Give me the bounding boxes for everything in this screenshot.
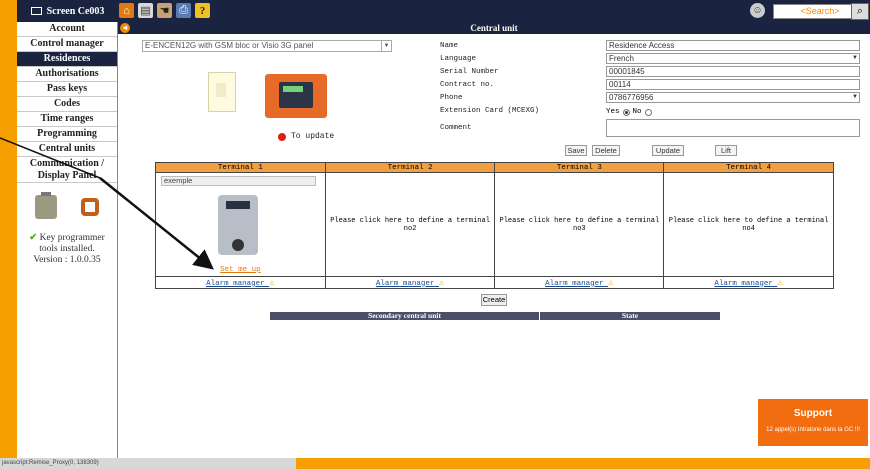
extension-yes-radio[interactable] xyxy=(622,108,630,116)
terminal-2-cell[interactable]: Please click here to define a terminal n… xyxy=(324,172,496,277)
to-update-status[interactable]: To update xyxy=(278,132,334,141)
comment-textarea[interactable] xyxy=(606,119,860,137)
sidebar-item-pass-keys[interactable]: Pass keys xyxy=(17,82,117,97)
warning-icon: ⚠ xyxy=(608,277,614,288)
extension-radio-group: Yes No xyxy=(606,108,652,116)
terminal-header: Terminal 3 xyxy=(494,162,665,173)
sidebar-item-codes[interactable]: Codes xyxy=(17,97,117,112)
back-arrow-icon[interactable]: ◂ xyxy=(120,23,130,33)
set-me-up-link[interactable]: Set me up xyxy=(156,266,325,274)
comment-label: Comment xyxy=(440,124,472,132)
warning-icon: ⚠ xyxy=(777,277,783,288)
extension-label: Extension Card (MCEXG) xyxy=(440,107,540,115)
status-text: javascript:Remise_Proxy(0, 138309) xyxy=(0,458,296,469)
sidebar-item-communication-display-panel[interactable]: Communication / Display Panel xyxy=(17,157,117,183)
chevron-down-icon: ▼ xyxy=(381,41,391,51)
toolbar: ⌂ ▤ ☚ ⎙ ? xyxy=(119,3,210,18)
terminal-3-cell[interactable]: Please click here to define a terminal n… xyxy=(494,172,665,277)
trash-icon[interactable] xyxy=(35,192,57,219)
sidebar-item-central-units[interactable]: Central units xyxy=(17,142,117,157)
user-icon[interactable]: ☺ xyxy=(750,3,765,18)
reader-device-image xyxy=(208,72,236,112)
monitor-icon xyxy=(30,7,42,15)
sidebar-item-programming[interactable]: Programming xyxy=(17,127,117,142)
sidebar-item-residences[interactable]: Residences xyxy=(17,52,117,67)
home-icon[interactable]: ⌂ xyxy=(119,3,134,18)
lift-button[interactable]: Lift xyxy=(715,145,737,156)
language-label: Language xyxy=(440,55,477,63)
support-panel[interactable]: Support 12 appel(s) Intratone dans la GC… xyxy=(758,399,868,446)
warning-icon: ⚠ xyxy=(438,277,445,288)
top-bar: Screen Ce003 ⌂ ▤ ☚ ⎙ ? ☺ <Search> ⌕ xyxy=(17,0,870,22)
status-bar: javascript:Remise_Proxy(0, 138309) xyxy=(0,458,870,469)
screen-title: Screen Ce003 xyxy=(17,0,118,22)
terminal-4-cell[interactable]: Please click here to define a terminal n… xyxy=(663,172,834,277)
serial-label: Serial Number xyxy=(440,68,499,76)
create-button[interactable]: Create xyxy=(481,294,507,306)
hand-icon[interactable]: ☚ xyxy=(157,3,172,18)
print-icon[interactable]: ⎙ xyxy=(176,3,191,18)
name-field[interactable]: Residence Access xyxy=(606,40,860,51)
central-unit-image xyxy=(265,74,327,118)
document-icon[interactable]: ▤ xyxy=(138,3,153,18)
warning-icon: ⚠ xyxy=(269,277,275,288)
contract-label: Contract no. xyxy=(440,81,495,89)
sidebar-item-account[interactable]: Account xyxy=(17,22,117,37)
secondary-unit-column: Secondary central unit xyxy=(270,312,540,320)
serial-field[interactable]: 00001845 xyxy=(606,66,860,77)
terminal-1-name-field[interactable]: exemple xyxy=(161,176,316,186)
alarm-manager-link-1[interactable]: Alarm manager ⚠ xyxy=(155,276,326,289)
save-button[interactable]: Save xyxy=(565,145,587,156)
secondary-units-header: Secondary central unit State xyxy=(270,312,720,320)
terminal-1-cell[interactable]: exemple Set me up xyxy=(155,172,326,277)
update-button[interactable]: Update xyxy=(652,145,684,156)
terminal-header: Terminal 1 xyxy=(155,162,326,173)
chevron-down-icon: ▼ xyxy=(852,55,858,61)
terminal-header: Terminal 2 xyxy=(324,162,496,173)
terminals-table: Terminal 1 Terminal 2 Terminal 3 Termina… xyxy=(155,162,834,289)
support-title: Support xyxy=(793,408,833,419)
keypad-terminal-image xyxy=(218,195,258,255)
alarm-manager-link-2[interactable]: Alarm manager ⚠ xyxy=(324,276,496,289)
extension-no-radio[interactable] xyxy=(644,108,652,116)
chevron-down-icon: ▼ xyxy=(852,94,858,100)
alarm-manager-link-3[interactable]: Alarm manager ⚠ xyxy=(494,276,665,289)
phone-select[interactable]: 0786776956 ▼ xyxy=(606,92,860,103)
main-header: ◂ Central unit xyxy=(118,22,870,34)
phone-label: Phone xyxy=(440,94,463,102)
delete-button[interactable]: Delete xyxy=(592,145,620,156)
name-label: Name xyxy=(440,42,459,50)
main-content: ◂ Central unit E-ENCEN12G with GSM bloc … xyxy=(118,22,870,458)
alarm-manager-link-4[interactable]: Alarm manager ⚠ xyxy=(663,276,834,289)
panel-type-select[interactable]: E-ENCEN12G with GSM bloc or Visio 3G pan… xyxy=(142,40,392,52)
sidebar-tools xyxy=(17,192,117,219)
search-button[interactable]: ⌕ xyxy=(851,3,869,20)
support-calls-count: 12 appel(s) Intratone dans la GC !!! xyxy=(766,427,860,433)
sidebar-item-time-ranges[interactable]: Time ranges xyxy=(17,112,117,127)
state-column: State xyxy=(621,311,639,320)
sidebar-item-authorisations[interactable]: Authorisations xyxy=(17,67,117,82)
bug-icon xyxy=(278,132,286,141)
programmer-tool-icon[interactable] xyxy=(81,198,99,216)
left-frame xyxy=(0,0,17,469)
check-icon: ✔ xyxy=(29,233,38,243)
key-programmer-info: ✔ Key programmer tools installed. Versio… xyxy=(29,233,105,265)
language-select[interactable]: French ▼ xyxy=(606,53,860,64)
help-icon[interactable]: ? xyxy=(195,3,210,18)
terminal-header: Terminal 4 xyxy=(663,162,834,173)
sidebar: Account Control manager Residences Autho… xyxy=(17,22,118,458)
contract-field[interactable]: 00114 xyxy=(606,79,860,90)
search-icon: ⌕ xyxy=(856,5,864,17)
sidebar-item-control-manager[interactable]: Control manager xyxy=(17,37,117,52)
